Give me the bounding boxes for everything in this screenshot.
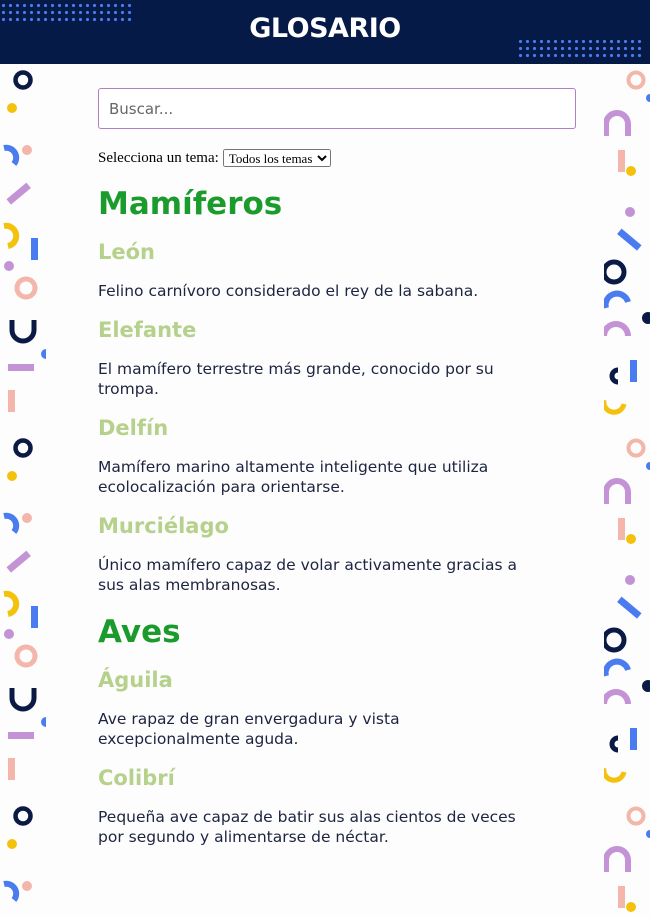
confetti-pattern xyxy=(604,70,650,912)
term-title: Colibrí xyxy=(98,766,175,790)
glossary-term: León Felino carnívoro considerado el rey… xyxy=(98,239,576,301)
glossary-term: Delfín Mamífero marino altamente intelig… xyxy=(98,415,576,497)
term-title: Águila xyxy=(98,668,173,692)
topic-select[interactable]: Todos los temas xyxy=(222,149,331,167)
term-definition: Ave rapaz de gran envergadura y vista ex… xyxy=(98,710,400,748)
topic-filter-label: Selecciona un tema: xyxy=(98,149,219,166)
term-title: Elefante xyxy=(98,318,197,342)
term-title: Murciélago xyxy=(98,514,229,538)
glossary-term: Murciélago Único mamífero capaz de volar… xyxy=(98,513,576,595)
confetti-tile xyxy=(604,70,650,415)
left-confetti-decoration xyxy=(0,64,46,915)
glossary-term: Águila Ave rapaz de gran envergadura y v… xyxy=(98,667,576,749)
glossary-content: Selecciona un tema: Todos los temas Mamí… xyxy=(98,88,576,847)
site-header: GLOSARIO xyxy=(0,0,650,64)
term-definition: El mamífero terrestre más grande, conoci… xyxy=(98,360,494,398)
term-definition: Mamífero marino altamente inteligente qu… xyxy=(98,458,489,496)
glossary-term: Elefante El mamífero terrestre más grand… xyxy=(98,317,576,399)
category-title: Mamíferos xyxy=(98,186,283,222)
search-input[interactable] xyxy=(98,88,576,129)
glossary-term: Colibrí Pequeña ave capaz de batir sus a… xyxy=(98,765,576,847)
term-definition: Felino carnívoro considerado el rey de l… xyxy=(98,282,479,300)
category-title: Aves xyxy=(98,614,181,650)
confetti-tile xyxy=(3,806,33,902)
category-section: Aves Águila Ave rapaz de gran envergadur… xyxy=(98,613,576,847)
site-title: GLOSARIO xyxy=(249,12,401,44)
term-title: León xyxy=(98,240,156,264)
category-section: Mamíferos León Felino carnívoro consider… xyxy=(98,185,576,595)
term-title: Delfín xyxy=(98,416,169,440)
confetti-tile xyxy=(604,438,650,783)
confetti-tile xyxy=(604,806,650,912)
term-definition: Único mamífero capaz de volar activament… xyxy=(98,556,517,594)
topic-filter: Selecciona un tema: Todos los temas xyxy=(98,149,576,167)
term-definition: Pequeña ave capaz de batir sus alas cien… xyxy=(98,808,516,846)
confetti-tile xyxy=(3,70,46,412)
confetti-pattern xyxy=(3,70,46,902)
confetti-tile xyxy=(3,438,46,780)
right-confetti-decoration xyxy=(604,64,650,915)
